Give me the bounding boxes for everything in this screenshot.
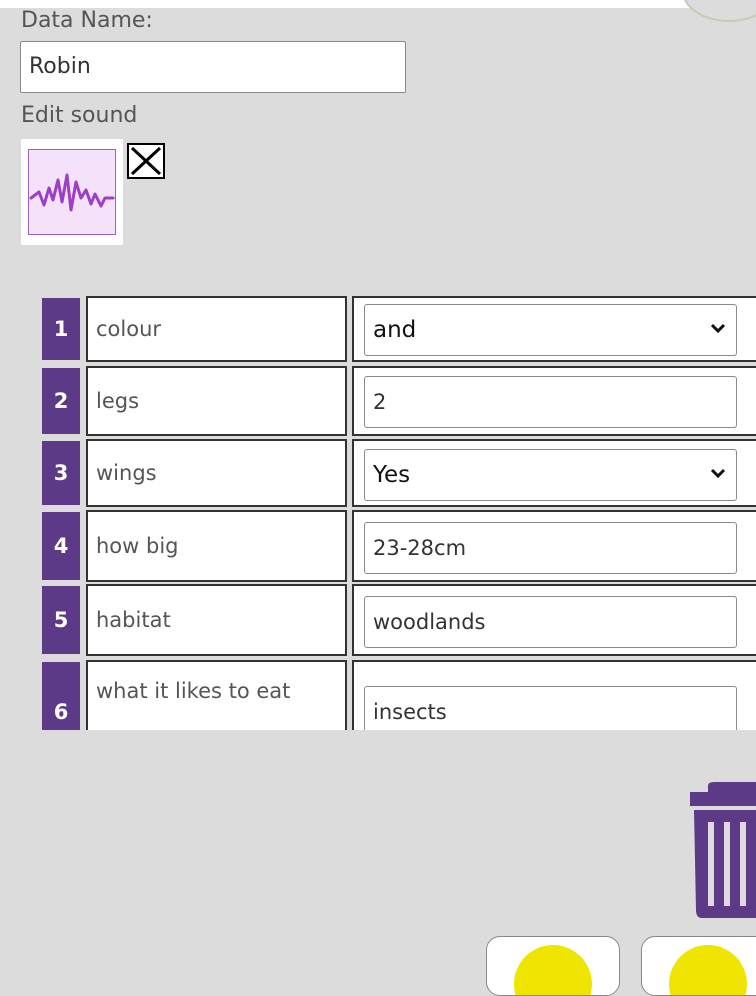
food-input[interactable]: insects	[364, 686, 737, 730]
chevron-down-icon	[710, 468, 726, 479]
waveform-icon	[28, 149, 116, 235]
row-value-cell: insects	[352, 660, 756, 730]
remove-sound-button[interactable]	[127, 143, 165, 179]
row-label: what it likes to eat	[86, 660, 347, 730]
row-number: 6	[42, 662, 80, 730]
how-big-input[interactable]: 23-28cm	[364, 522, 737, 574]
sound-tile[interactable]	[21, 139, 123, 245]
corner-decoration	[682, 0, 756, 22]
data-name-label: Data Name:	[21, 8, 153, 33]
row-label: habitat	[86, 584, 347, 656]
trash-can-icon	[690, 782, 756, 918]
habitat-input[interactable]: woodlands	[364, 596, 737, 648]
row-value-cell: Yes	[352, 439, 756, 507]
row-value-cell: and	[352, 296, 756, 362]
row-number: 2	[42, 368, 80, 434]
colour-select[interactable]: and	[364, 304, 737, 356]
nav-button-right[interactable]	[641, 936, 756, 996]
row-value-cell: 23-28cm	[352, 510, 756, 582]
yellow-ball-icon	[514, 945, 592, 995]
colour-selected-value: and	[373, 317, 417, 343]
close-x-icon	[130, 146, 162, 176]
legs-input[interactable]: 2	[364, 376, 737, 428]
yellow-ball-icon	[669, 945, 747, 995]
data-name-input[interactable]: Robin	[20, 41, 406, 93]
chevron-down-icon	[710, 323, 726, 334]
wings-select[interactable]: Yes	[364, 449, 737, 501]
fields-table: 1 colour and 2 legs 2 3 wings Yes 4 how …	[0, 296, 756, 730]
row-label: wings	[86, 439, 347, 507]
top-strip	[0, 0, 756, 8]
row-value-cell: 2	[352, 366, 756, 436]
wings-selected-value: Yes	[373, 462, 411, 488]
row-label: legs	[86, 366, 347, 436]
edit-sound-label: Edit sound	[21, 103, 138, 128]
row-label: how big	[86, 510, 347, 582]
row-value-cell: woodlands	[352, 584, 756, 656]
nav-button-left[interactable]	[486, 936, 620, 996]
row-number: 1	[42, 298, 80, 360]
row-number: 4	[42, 512, 80, 580]
row-label: colour	[86, 296, 347, 362]
delete-button[interactable]	[686, 782, 756, 922]
row-number: 5	[42, 586, 80, 654]
data-name-value: Robin	[29, 54, 91, 79]
row-number: 3	[42, 441, 80, 505]
